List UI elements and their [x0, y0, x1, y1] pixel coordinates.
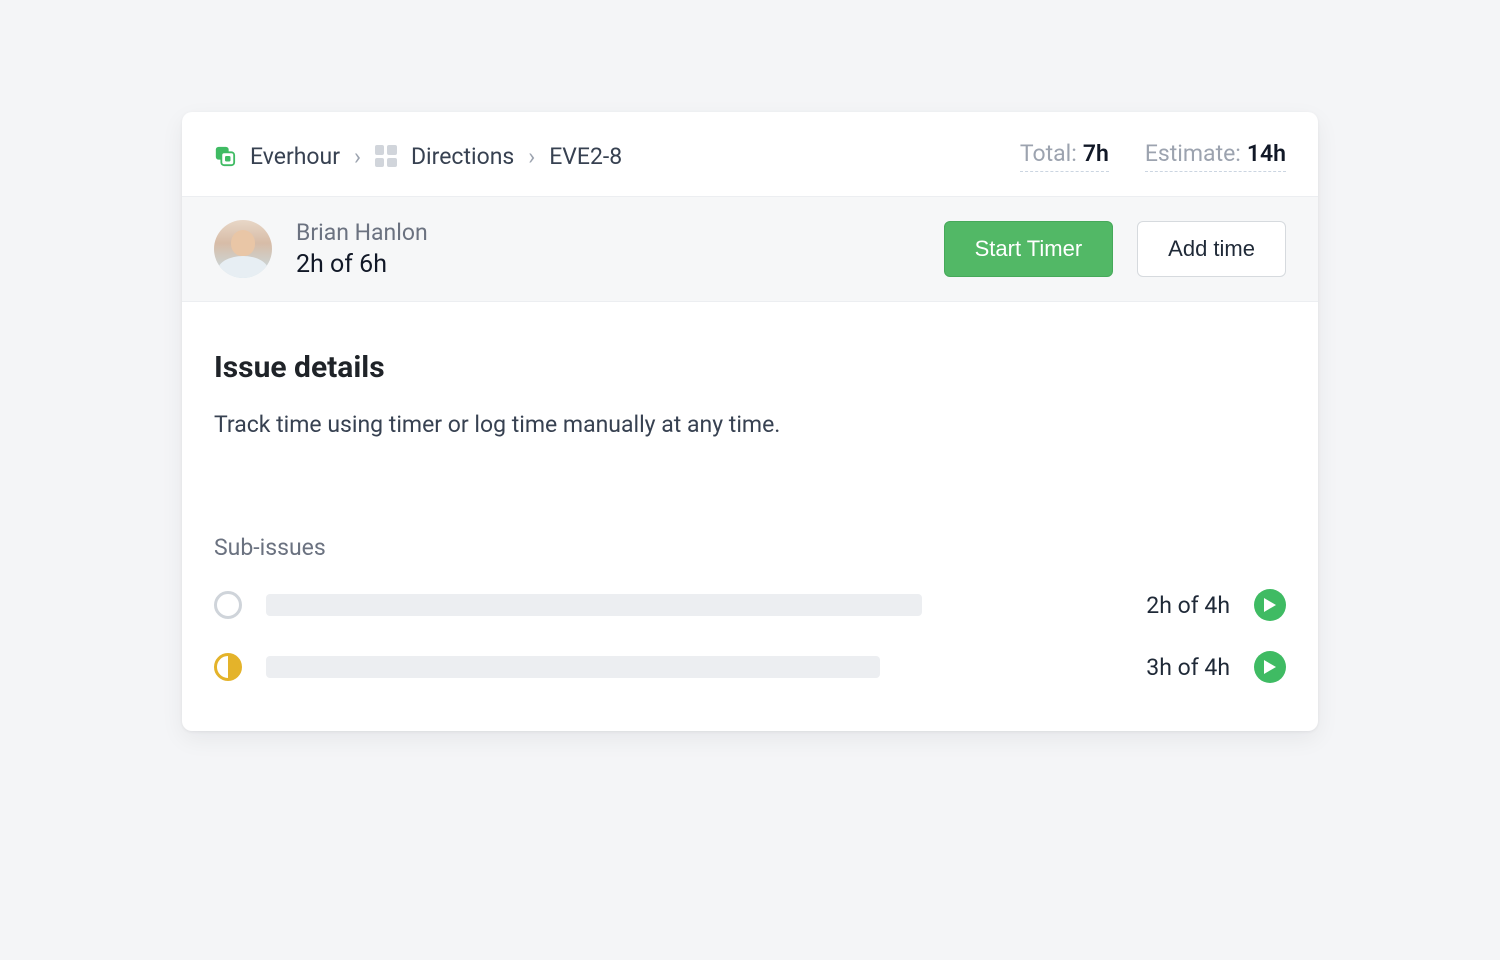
play-button[interactable]	[1254, 651, 1286, 683]
breadcrumb: Everhour › Directions › EVE2-8	[214, 143, 622, 170]
total-value: 7h	[1083, 140, 1109, 167]
estimate-value: 14h	[1247, 140, 1286, 167]
breadcrumb-project[interactable]: Directions	[411, 143, 514, 170]
total-metric[interactable]: Total:7h	[1020, 140, 1109, 172]
user-name: Brian Hanlon	[296, 219, 428, 246]
play-icon	[1264, 660, 1276, 674]
everhour-logo-icon	[214, 145, 236, 167]
user-text: Brian Hanlon 2h of 6h	[296, 219, 428, 279]
sub-issue-row[interactable]: 2h of 4h	[214, 589, 1286, 621]
estimate-label: Estimate:	[1145, 140, 1241, 167]
header: Everhour › Directions › EVE2-8 Total:7h …	[182, 112, 1318, 196]
action-buttons: Start Timer Add time	[944, 221, 1286, 277]
user-info: Brian Hanlon 2h of 6h	[214, 219, 428, 279]
estimate-metric[interactable]: Estimate:14h	[1145, 140, 1286, 172]
status-in-progress-icon	[214, 653, 242, 681]
card-body: Issue details Track time using timer or …	[182, 302, 1318, 731]
sub-issue-title-placeholder	[266, 594, 922, 616]
issue-description: Track time using timer or log time manua…	[214, 411, 1286, 438]
project-grid-icon	[375, 145, 397, 167]
sub-issue-time: 3h of 4h	[1146, 654, 1230, 681]
total-label: Total:	[1020, 140, 1077, 167]
avatar[interactable]	[214, 220, 272, 278]
sub-issue-title-placeholder	[266, 656, 880, 678]
breadcrumb-issue-key[interactable]: EVE2-8	[549, 143, 622, 170]
totals: Total:7h Estimate:14h	[1020, 140, 1286, 172]
user-bar: Brian Hanlon 2h of 6h Start Timer Add ti…	[182, 196, 1318, 302]
issue-card: Everhour › Directions › EVE2-8 Total:7h …	[182, 112, 1318, 731]
breadcrumb-app[interactable]: Everhour	[250, 143, 340, 170]
play-icon	[1264, 598, 1276, 612]
sub-issues-list: 2h of 4h 3h of 4h	[214, 589, 1286, 683]
user-time-summary: 2h of 6h	[296, 250, 428, 279]
issue-title: Issue details	[214, 350, 1286, 385]
add-time-button[interactable]: Add time	[1137, 221, 1286, 277]
start-timer-button[interactable]: Start Timer	[944, 221, 1114, 277]
breadcrumb-separator: ›	[528, 143, 535, 170]
breadcrumb-separator: ›	[354, 143, 361, 170]
sub-issues-heading: Sub-issues	[214, 534, 1286, 561]
play-button[interactable]	[1254, 589, 1286, 621]
sub-issue-time: 2h of 4h	[1146, 592, 1230, 619]
status-open-icon	[214, 591, 242, 619]
sub-issue-row[interactable]: 3h of 4h	[214, 651, 1286, 683]
